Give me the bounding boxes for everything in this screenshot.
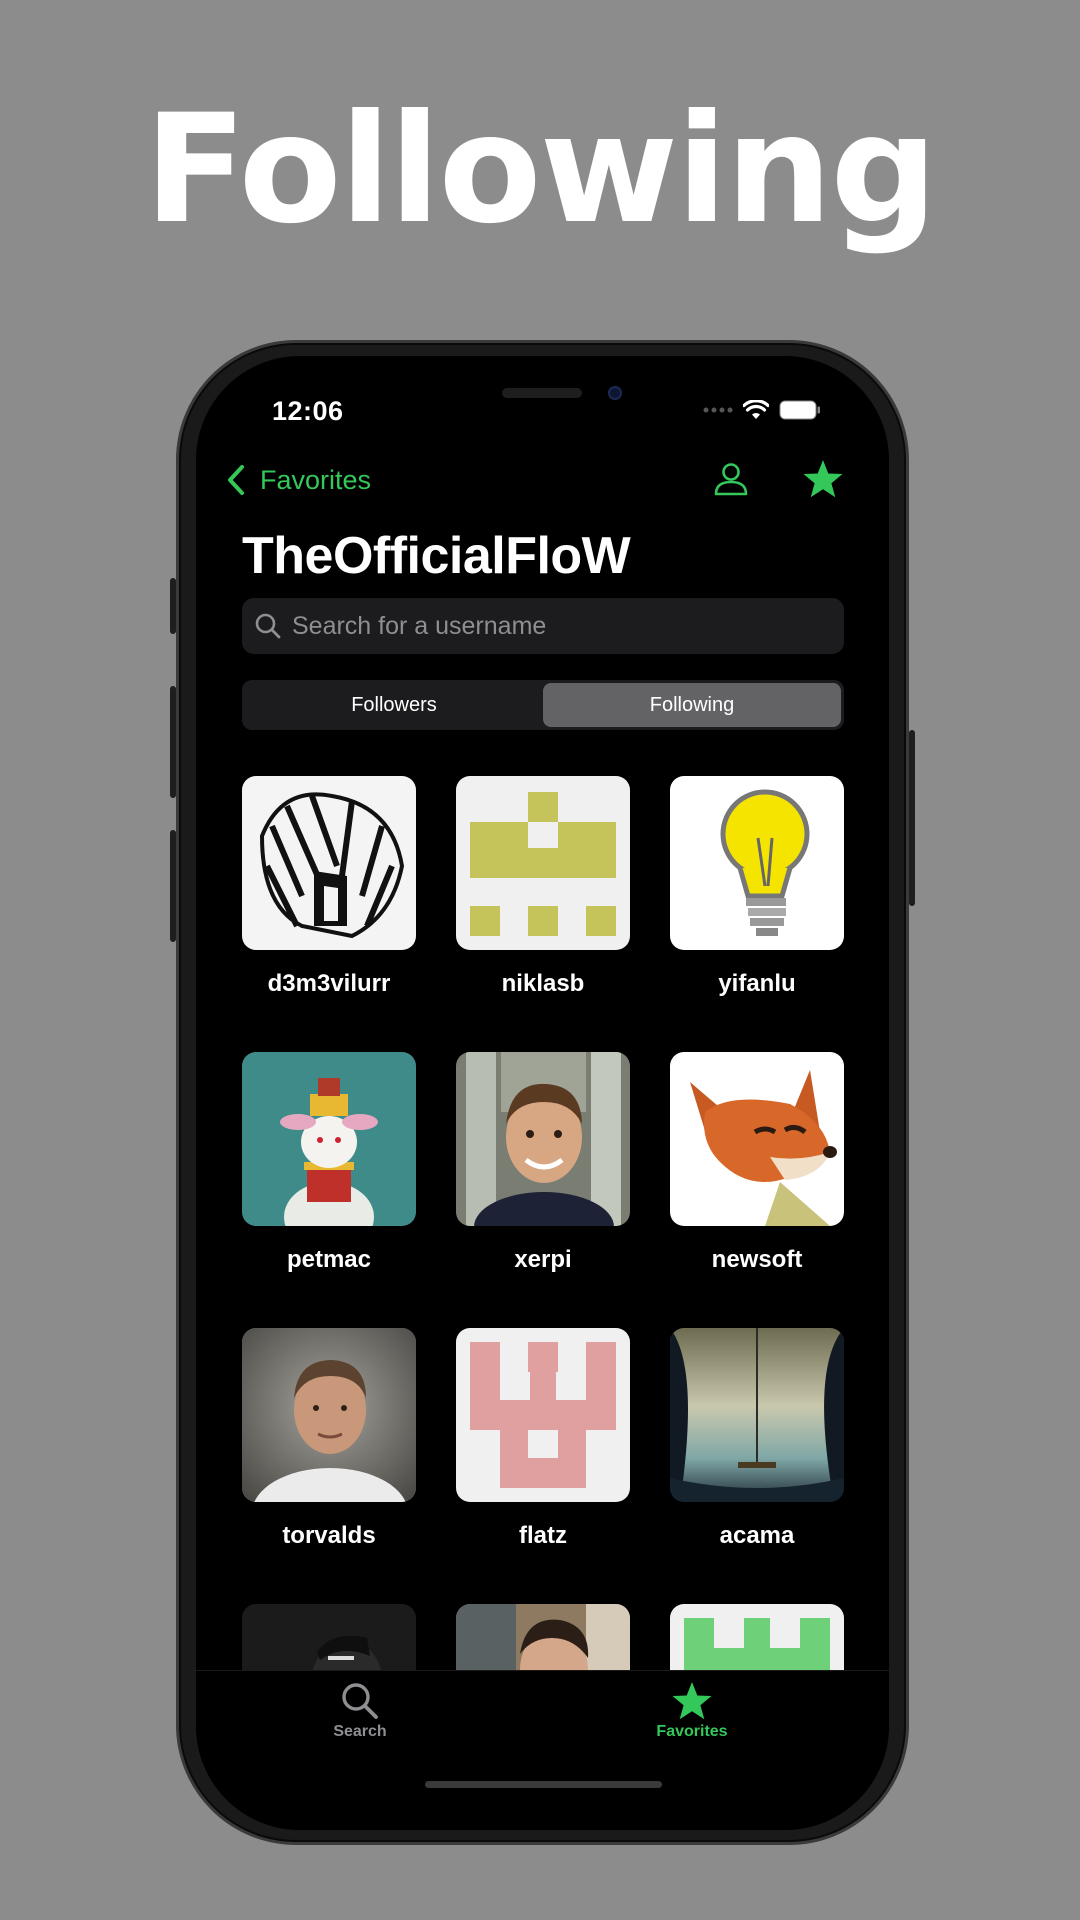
earpiece-speaker: [502, 388, 582, 398]
tab-bar: Search Favorites: [196, 1670, 889, 1830]
cellular-signal-icon: [703, 407, 733, 413]
search-icon: [342, 1683, 378, 1719]
username: niklasb: [501, 970, 585, 997]
status-time: 12:06: [272, 396, 344, 426]
back-button-label: Favorites: [260, 464, 372, 495]
tab-favorites-label: Favorites: [656, 1723, 728, 1740]
back-button[interactable]: Favorites: [226, 464, 371, 496]
person-icon[interactable]: [712, 460, 750, 498]
search-bar[interactable]: [242, 598, 844, 654]
user-cell[interactable]: xerpi: [456, 1052, 630, 1274]
user-avatar: [456, 776, 630, 950]
user-cell[interactable]: torvalds: [242, 1328, 416, 1550]
username: torvalds: [282, 1522, 376, 1549]
page-title: TheOfficialFloW: [242, 527, 631, 585]
chevron-left-icon: [228, 465, 244, 495]
user-avatar: [242, 776, 416, 950]
user-avatar: [670, 1328, 844, 1502]
user-avatar: [456, 1052, 630, 1226]
user-cell[interactable]: flatz: [456, 1328, 630, 1550]
username: xerpi: [514, 1246, 572, 1273]
user-grid: d3m3vilurr niklasb yifanlu petmac xerpi …: [242, 776, 844, 1686]
user-avatar: [670, 1052, 844, 1226]
home-indicator[interactable]: [425, 1781, 662, 1788]
search-input[interactable]: [292, 611, 812, 641]
followers-following-segmented-control: Followers Following: [242, 680, 844, 730]
battery-icon: [779, 400, 820, 420]
tab-search-label: Search: [333, 1723, 387, 1740]
phone-screen: 12:06 Favorites TheOfficialFloW Search f…: [196, 356, 889, 1830]
favorite-star-icon[interactable]: [802, 458, 844, 500]
tab-search[interactable]: Search: [290, 1681, 430, 1741]
user-cell[interactable]: newsoft: [670, 1052, 844, 1274]
user-cell[interactable]: petmac: [242, 1052, 416, 1274]
user-cell[interactable]: acama: [670, 1328, 844, 1550]
user-avatar: [242, 1328, 416, 1502]
search-icon: [255, 613, 281, 639]
user-avatar: [242, 1052, 416, 1226]
status-indicators: [703, 400, 821, 420]
user-cell[interactable]: niklasb: [456, 776, 630, 998]
username: acama: [719, 1522, 795, 1549]
username: newsoft: [711, 1246, 803, 1273]
segment-followers[interactable]: Followers: [245, 683, 543, 727]
front-camera: [608, 386, 622, 400]
segment-following[interactable]: Following: [543, 683, 841, 727]
username: d3m3vilurr: [267, 970, 391, 997]
tab-favorites[interactable]: Favorites: [622, 1681, 762, 1741]
star-icon: [672, 1682, 712, 1720]
user-avatar: [456, 1328, 630, 1502]
username: flatz: [519, 1522, 567, 1549]
user-cell[interactable]: d3m3vilurr: [242, 776, 416, 998]
user-cell[interactable]: yifanlu: [670, 776, 844, 998]
power-button: [909, 730, 915, 906]
username: petmac: [286, 1246, 372, 1273]
wifi-icon: [743, 400, 769, 419]
user-avatar: [670, 776, 844, 950]
username: yifanlu: [718, 970, 796, 997]
promo-headline: Following: [144, 83, 937, 257]
